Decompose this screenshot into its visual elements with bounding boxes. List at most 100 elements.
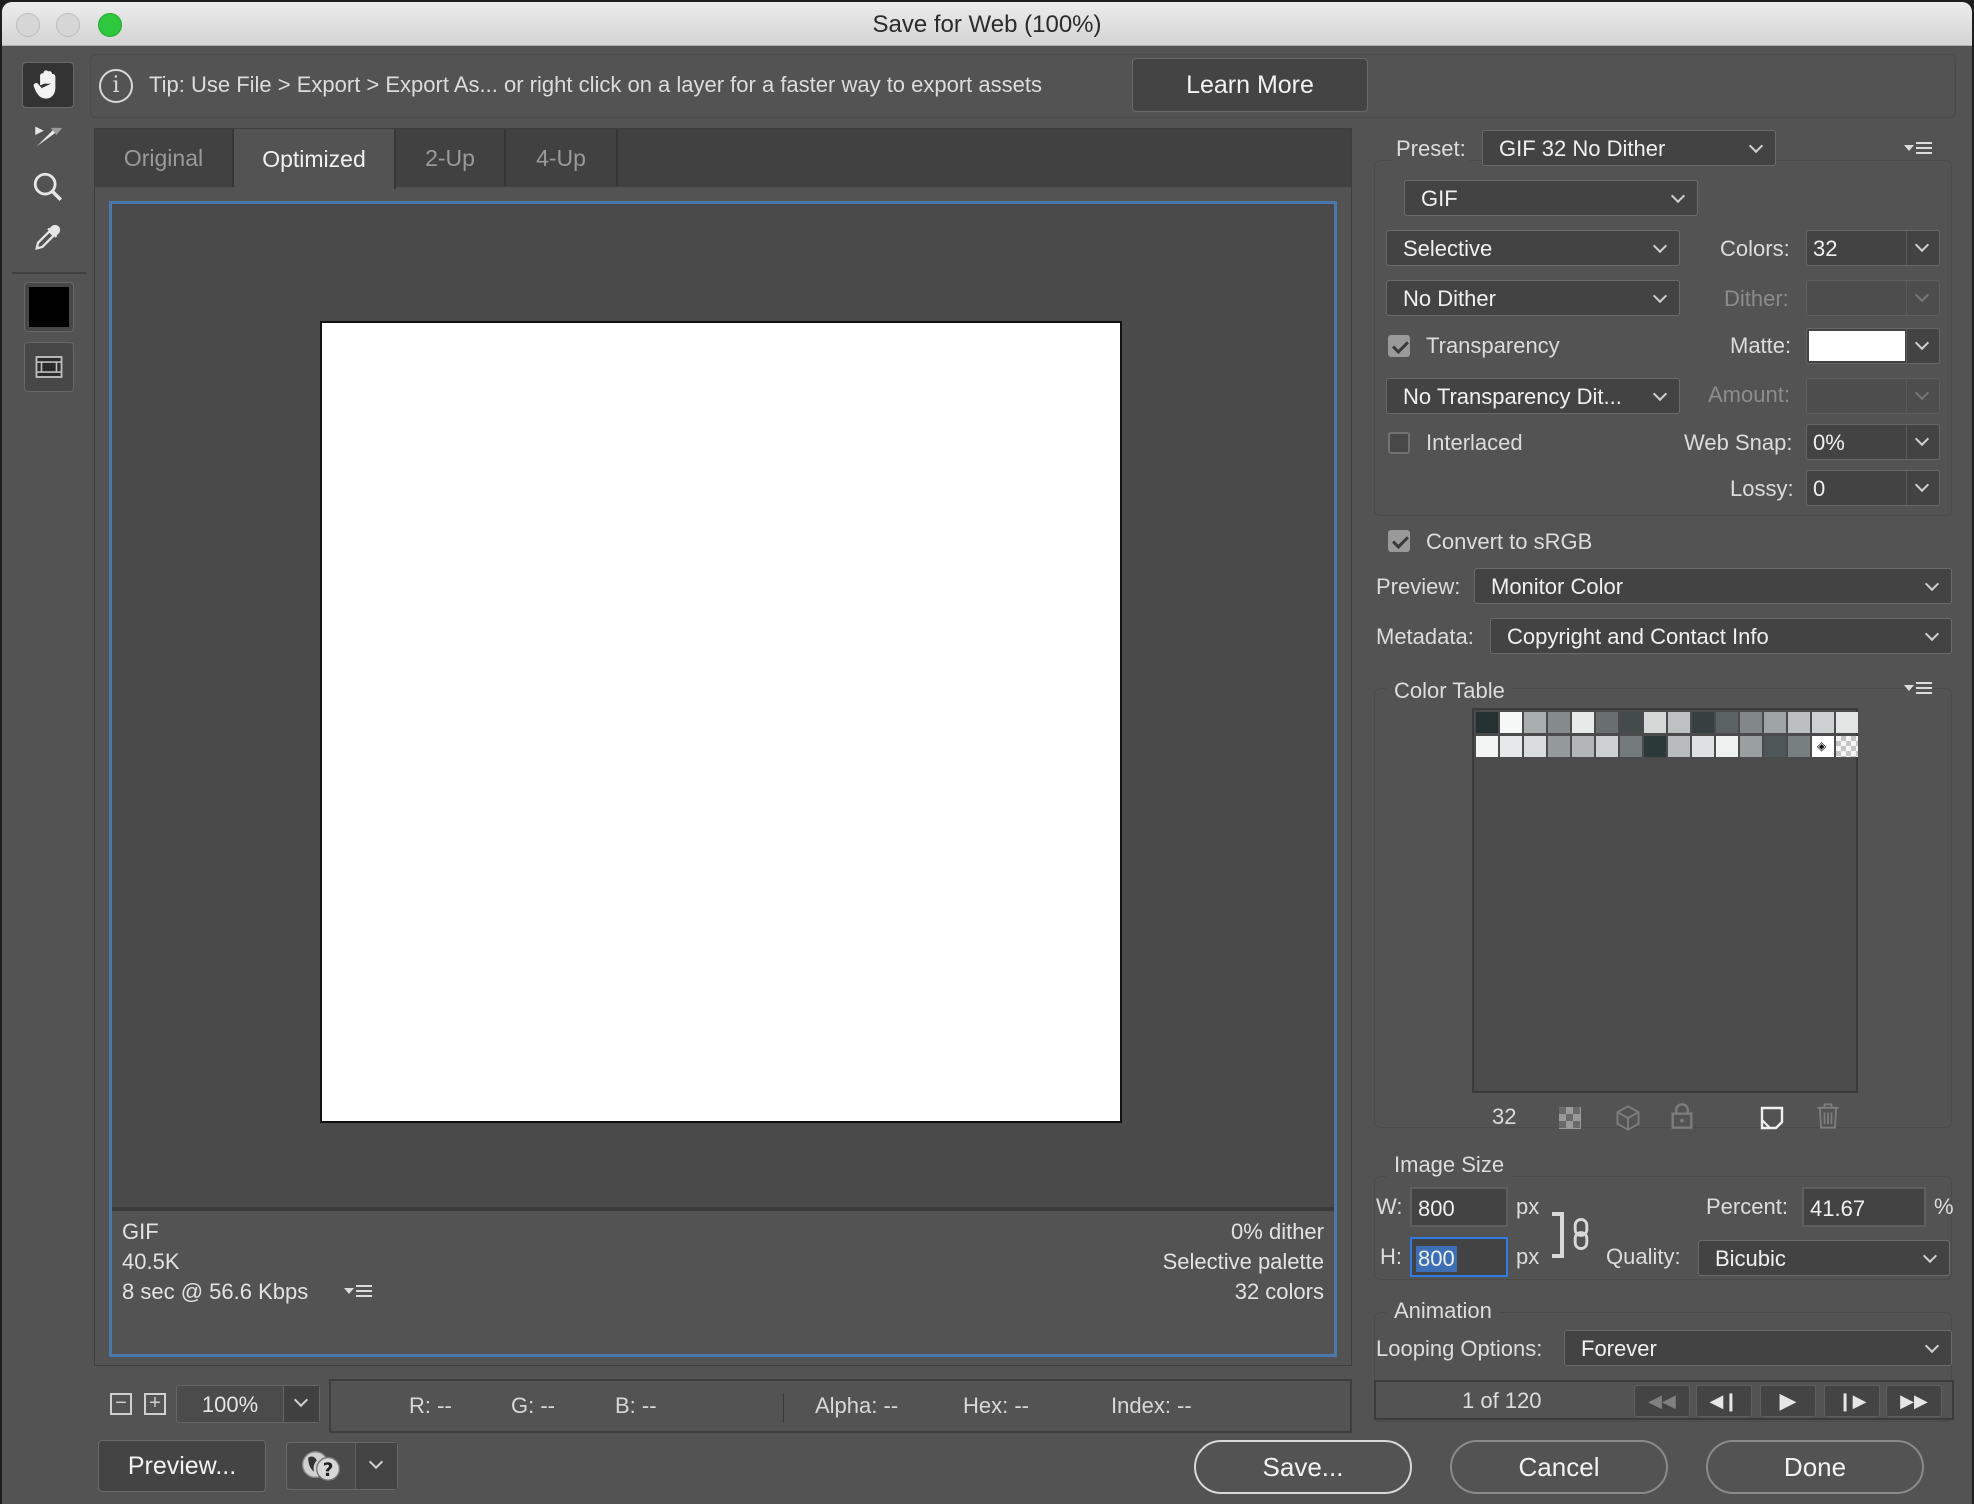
play-button[interactable]: ▶ [1760, 1385, 1816, 1417]
color-table-menu-icon[interactable] [1904, 680, 1934, 698]
colors-combo[interactable]: 32 [1806, 230, 1940, 266]
lossy-dropdown[interactable] [1906, 471, 1939, 505]
color-swatch[interactable] [1692, 712, 1714, 733]
height-input[interactable]: 800 [1410, 1237, 1508, 1277]
eyedropper-color-swatch[interactable] [24, 282, 74, 332]
color-swatch[interactable] [1812, 712, 1834, 733]
tab-original[interactable]: Original [95, 129, 234, 187]
toggle-slices-visibility-button[interactable] [24, 342, 74, 392]
download-speed-menu-icon[interactable] [344, 1283, 374, 1301]
color-swatch[interactable] [1788, 712, 1810, 733]
color-swatch[interactable] [1836, 712, 1858, 733]
color-swatch[interactable] [1500, 736, 1522, 757]
color-swatch[interactable] [1620, 712, 1642, 733]
width-input[interactable]: 800 [1410, 1187, 1508, 1227]
zoom-in-button[interactable]: + [144, 1393, 166, 1415]
hand-tool[interactable] [22, 62, 74, 108]
title-bar: Save for Web (100%) [2, 2, 1972, 46]
color-swatch[interactable] [1500, 712, 1522, 733]
slice-select-tool[interactable] [22, 112, 74, 158]
lossy-combo[interactable]: 0 [1806, 470, 1940, 506]
last-frame-button[interactable]: ▶▶ [1886, 1385, 1942, 1417]
color-swatch[interactable] [1668, 712, 1690, 733]
preset-label: Preset: [1392, 136, 1470, 162]
color-swatch[interactable] [1764, 712, 1786, 733]
color-swatch[interactable] [1476, 712, 1498, 733]
cancel-button[interactable]: Cancel [1450, 1440, 1668, 1494]
transparency-checkbox[interactable] [1388, 335, 1410, 357]
tab-4-up[interactable]: 4-Up [506, 129, 618, 187]
color-swatch[interactable] [1476, 736, 1498, 757]
color-swatch[interactable] [1596, 736, 1618, 757]
colors-dropdown[interactable] [1906, 231, 1939, 265]
done-button[interactable]: Done [1706, 1440, 1924, 1494]
preview-in-browser-button[interactable]: Preview... [98, 1440, 266, 1492]
matte-color-swatch[interactable] [1809, 331, 1905, 361]
lock-color-icon[interactable] [1670, 1102, 1694, 1130]
svg-text:?: ? [323, 1460, 334, 1481]
convert-srgb-checkbox[interactable] [1388, 530, 1410, 552]
matte-dropdown[interactable] [1906, 329, 1939, 363]
color-swatch[interactable] [1716, 736, 1738, 757]
interlaced-checkbox[interactable] [1388, 432, 1410, 454]
color-swatch[interactable] [1572, 712, 1594, 733]
color-swatch[interactable] [1644, 712, 1666, 733]
color-swatch[interactable] [1692, 736, 1714, 757]
looping-select[interactable]: Forever [1564, 1330, 1952, 1366]
zoom-dropdown-button[interactable] [283, 1386, 319, 1422]
constrain-proportions-link-icon[interactable] [1572, 1218, 1590, 1250]
color-swatch[interactable] [1548, 712, 1570, 733]
metadata-select[interactable]: Copyright and Contact Info [1490, 618, 1952, 654]
color-table[interactable]: ◈ [1472, 708, 1858, 1093]
transparency-dither-select[interactable]: No Transparency Dit... [1386, 378, 1680, 414]
color-swatch[interactable] [1596, 712, 1618, 733]
save-button[interactable]: Save... [1194, 1440, 1412, 1494]
optimized-preview-pane[interactable]: GIF 40.5K 8 sec @ 56.6 Kbps 0% dither Se… [109, 201, 1337, 1357]
dither-algorithm-select[interactable]: No Dither [1386, 280, 1680, 316]
web-snap-combo[interactable]: 0% [1806, 424, 1940, 460]
color-swatch[interactable] [1524, 736, 1546, 757]
color-swatch[interactable] [1572, 736, 1594, 757]
delete-color-trash-icon[interactable] [1816, 1102, 1840, 1130]
web-snap-dropdown[interactable] [1906, 425, 1939, 459]
zoom-level-select[interactable]: 100% [176, 1385, 320, 1423]
percent-input[interactable]: 41.67 [1802, 1187, 1926, 1227]
first-frame-button[interactable]: ◀◀ [1634, 1385, 1690, 1417]
color-swatch[interactable] [1788, 736, 1810, 757]
tab-optimized[interactable]: Optimized [234, 129, 396, 189]
next-frame-button[interactable]: ❙▶ [1824, 1385, 1880, 1417]
previous-frame-button[interactable]: ◀❙ [1696, 1385, 1752, 1417]
web-shift-cube-icon[interactable] [1614, 1104, 1642, 1132]
map-to-transparent-icon[interactable] [1558, 1106, 1582, 1130]
eyedropper-tool[interactable] [22, 214, 74, 260]
zoom-tool[interactable] [22, 164, 74, 210]
eyedropper-icon [35, 224, 61, 250]
color-swatch[interactable] [1524, 712, 1546, 733]
color-swatch[interactable] [1764, 736, 1786, 757]
matte-combo[interactable] [1806, 328, 1940, 364]
browser-select[interactable]: ? [286, 1442, 398, 1490]
readout-divider [783, 1393, 784, 1423]
zoom-out-button[interactable]: − [110, 1393, 132, 1415]
color-swatch[interactable] [1668, 736, 1690, 757]
color-swatch[interactable] [1620, 736, 1642, 757]
color-reduction-select[interactable]: Selective [1386, 230, 1680, 266]
file-format-select[interactable]: GIF [1404, 180, 1698, 216]
color-swatch[interactable] [1740, 712, 1762, 733]
color-swatch[interactable] [1740, 736, 1762, 757]
color-swatch[interactable]: ◈ [1812, 736, 1834, 757]
preview-image[interactable] [320, 321, 1122, 1123]
color-swatch[interactable] [1716, 712, 1738, 733]
learn-more-button[interactable]: Learn More [1132, 58, 1368, 112]
browser-dropdown-button[interactable] [355, 1443, 397, 1489]
slice-select-icon [35, 126, 63, 147]
new-color-icon[interactable] [1760, 1106, 1784, 1130]
optimize-menu-icon[interactable] [1904, 140, 1934, 158]
color-swatch[interactable] [1836, 736, 1858, 757]
quality-select[interactable]: Bicubic [1698, 1240, 1950, 1276]
tab-2-up[interactable]: 2-Up [396, 129, 506, 187]
preview-color-select[interactable]: Monitor Color [1474, 568, 1952, 604]
color-swatch[interactable] [1548, 736, 1570, 757]
color-swatch[interactable] [1644, 736, 1666, 757]
preset-select[interactable]: GIF 32 No Dither [1482, 130, 1776, 166]
